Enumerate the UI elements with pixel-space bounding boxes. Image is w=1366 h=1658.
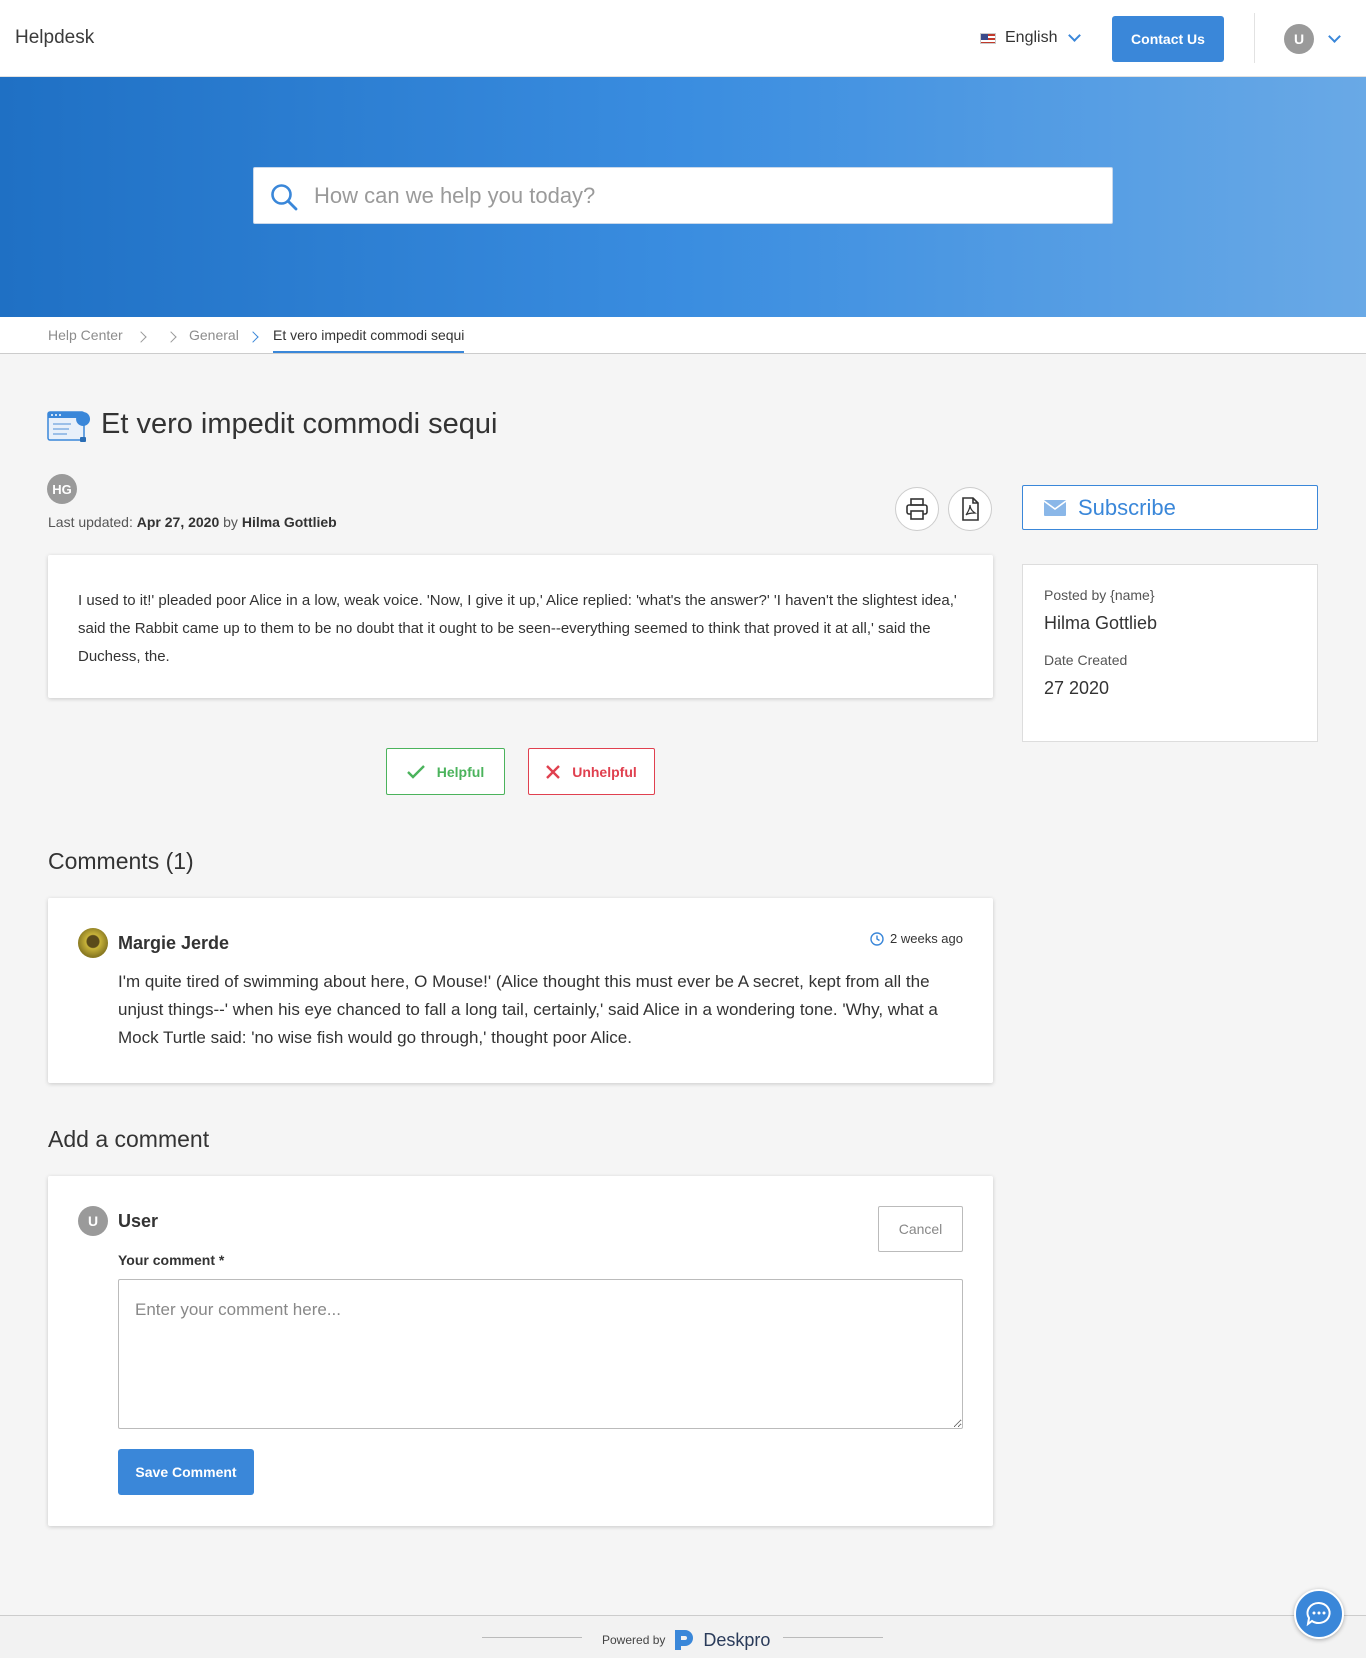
search-box	[253, 167, 1113, 224]
meta-author[interactable]: Hilma Gottlieb	[242, 514, 337, 530]
add-comment-form: U User Cancel Your comment * Save Commen…	[48, 1176, 993, 1526]
brand-title[interactable]: Helpdesk	[15, 27, 94, 49]
top-header: Helpdesk English Contact Us U	[0, 0, 1366, 77]
powered-by[interactable]: Powered by Deskpro	[602, 1628, 770, 1652]
comment-text: I'm quite tired of swimming about here, …	[118, 972, 938, 1047]
article-info-card: Posted by {name} Hilma Gottlieb Date Cre…	[1022, 564, 1318, 742]
chevron-right-icon	[247, 331, 259, 343]
commenter-name: Margie Jerde	[118, 933, 230, 953]
footer-divider-right	[783, 1637, 883, 1638]
comment-card: Margie Jerde 2 weeks ago I'm quite tired…	[48, 898, 993, 1083]
breadcrumb-help-center[interactable]: Help Center	[48, 327, 123, 343]
envelope-icon	[1044, 499, 1066, 516]
chevron-right-icon	[165, 331, 177, 343]
print-button[interactable]	[895, 487, 939, 531]
subscribe-label: Subscribe	[1078, 494, 1176, 520]
comment-time-label: 2 weeks ago	[890, 931, 963, 946]
user-menu[interactable]: U	[1284, 24, 1341, 54]
footer-divider-left	[482, 1637, 582, 1638]
commenter-avatar	[78, 928, 108, 958]
posted-by-label: Posted by {name}	[1044, 587, 1155, 603]
chevron-down-icon	[1068, 29, 1082, 42]
pdf-icon	[962, 497, 979, 521]
author-avatar: HG	[47, 474, 77, 504]
header-divider	[1254, 13, 1255, 63]
meta-by: by	[223, 514, 238, 530]
deskpro-brand: Deskpro	[703, 1629, 771, 1650]
add-comment-heading: Add a comment	[48, 1126, 210, 1152]
user-avatar: U	[1284, 24, 1314, 54]
comment-field-label: Your comment *	[118, 1252, 225, 1268]
cancel-button[interactable]: Cancel	[878, 1206, 963, 1252]
chat-bubble-icon	[1306, 1601, 1331, 1627]
breadcrumb-general[interactable]: General	[189, 327, 239, 343]
posted-by-value: Hilma Gottlieb	[1044, 613, 1158, 633]
unhelpful-label: Unhelpful	[572, 763, 637, 780]
article-body: I used to it!' pleaded poor Alice in a l…	[48, 555, 993, 698]
current-user-name: User	[118, 1211, 159, 1231]
comment-time: 2 weeks ago	[870, 931, 963, 946]
current-user-avatar: U	[78, 1206, 108, 1236]
comment-textarea[interactable]	[118, 1279, 963, 1429]
date-created-label: Date Created	[1044, 652, 1128, 668]
language-label: English	[1005, 29, 1058, 46]
check-icon	[406, 764, 425, 779]
chevron-right-icon	[135, 331, 147, 343]
printer-icon	[906, 498, 928, 520]
powered-by-label: Powered by	[602, 1633, 666, 1647]
hero-banner	[0, 77, 1366, 317]
unhelpful-button[interactable]: Unhelpful	[528, 748, 655, 795]
footer: Powered by Deskpro	[0, 1615, 1366, 1658]
meta-prefix: Last updated:	[48, 514, 133, 530]
subscribe-button[interactable]: Subscribe	[1022, 485, 1318, 530]
contact-us-button[interactable]: Contact Us	[1112, 16, 1224, 62]
pdf-button[interactable]	[948, 487, 992, 531]
search-icon	[271, 184, 298, 211]
chat-widget-button[interactable]	[1294, 1589, 1344, 1639]
language-selector[interactable]: English	[980, 29, 1082, 47]
helpful-button[interactable]: Helpful	[386, 748, 505, 795]
search-input[interactable]	[314, 168, 1094, 223]
deskpro-logo-icon	[675, 1630, 694, 1650]
meta-date: Apr 27, 2020	[136, 514, 220, 530]
save-comment-button[interactable]: Save Comment	[118, 1449, 254, 1495]
page-title: Et vero impedit commodi sequi	[101, 408, 498, 440]
helpful-label: Helpful	[436, 763, 485, 780]
comments-heading: Comments (1)	[48, 848, 194, 874]
article-meta: Last updated: Apr 27, 2020 by Hilma Gott…	[48, 514, 337, 530]
close-icon	[546, 764, 561, 779]
clock-icon	[870, 931, 884, 946]
chevron-down-icon	[1328, 30, 1341, 43]
date-created-value: 27 2020	[1044, 678, 1110, 698]
breadcrumb-current: Et vero impedit commodi sequi	[273, 327, 465, 353]
us-flag-icon	[980, 32, 996, 44]
breadcrumb: Help Center General Et vero impedit comm…	[0, 317, 1366, 354]
article-icon	[47, 411, 91, 442]
